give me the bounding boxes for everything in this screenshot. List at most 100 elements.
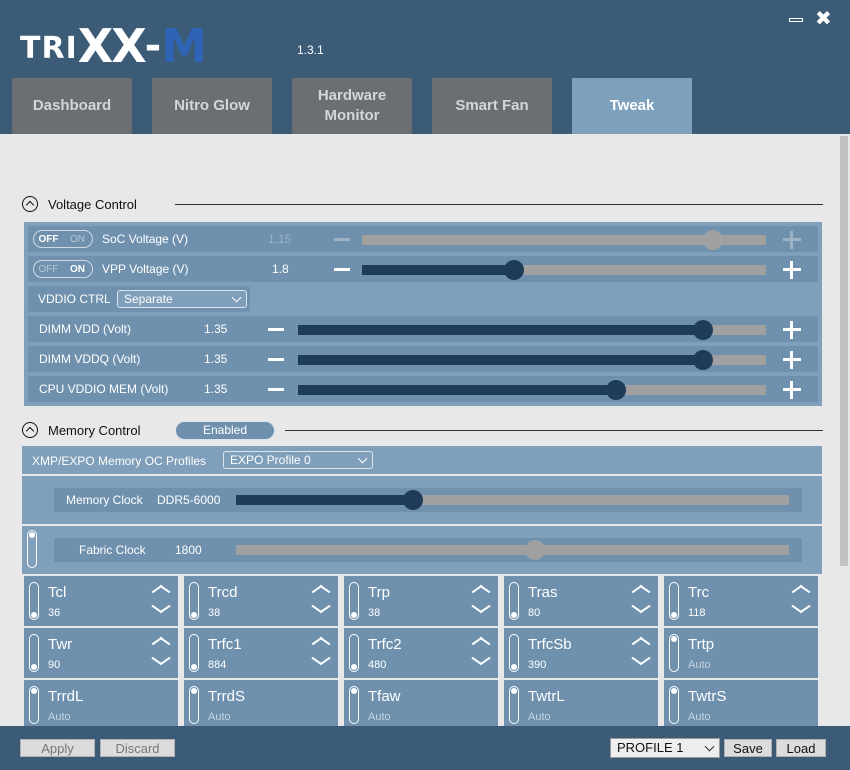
memory-control-status[interactable]: Enabled: [175, 421, 275, 440]
chevron-up-icon[interactable]: [311, 635, 331, 647]
timing-toggle[interactable]: [349, 634, 359, 672]
tab-smart-fan[interactable]: Smart Fan: [432, 78, 552, 134]
dimm-vddq-slider[interactable]: [298, 350, 766, 370]
timing-value: 884: [208, 659, 227, 671]
chevron-up-icon[interactable]: [151, 635, 171, 647]
minimize-button[interactable]: [788, 10, 806, 28]
slider-handle[interactable]: [402, 490, 423, 510]
timing-name: TrfcSb: [528, 636, 572, 653]
cpu-vddio-mem-slider[interactable]: [298, 380, 766, 400]
dimm-vdd-label: DIMM VDD (Volt): [39, 322, 132, 336]
logo-m-text: M: [161, 19, 208, 73]
plus-icon[interactable]: [783, 231, 801, 249]
timing-name: Twr: [48, 636, 73, 653]
minus-icon[interactable]: [268, 388, 284, 391]
chevron-up-icon[interactable]: [631, 635, 651, 647]
tab-nitro-glow[interactable]: Nitro Glow: [152, 78, 272, 134]
timing-toggle[interactable]: [509, 634, 519, 672]
chevron-up-icon[interactable]: [791, 583, 811, 595]
dimm-vddq-row: DIMM VDDQ (Volt) 1.35: [28, 346, 818, 372]
timing-toggle[interactable]: [29, 582, 39, 620]
save-button[interactable]: Save: [724, 739, 772, 757]
vddio-ctrl-select[interactable]: Separate: [117, 290, 247, 308]
slider-fill: [298, 385, 617, 395]
discard-button[interactable]: Discard: [100, 739, 175, 757]
soc-voltage-row: OFF ON SoC Voltage (V) 1.15: [28, 226, 818, 252]
timing-toggle[interactable]: [349, 686, 359, 724]
dimm-vdd-slider[interactable]: [298, 320, 766, 340]
chevron-down-icon[interactable]: [151, 655, 171, 667]
timing-toggle[interactable]: [669, 582, 679, 620]
slider-handle[interactable]: [524, 540, 545, 560]
minus-icon[interactable]: [334, 238, 350, 241]
plus-icon[interactable]: [783, 351, 801, 369]
chevron-down-icon[interactable]: [151, 603, 171, 615]
chevron-down-icon[interactable]: [471, 655, 491, 667]
soc-voltage-slider[interactable]: [362, 230, 766, 250]
slider-handle[interactable]: [692, 350, 713, 370]
logo-xx-text: XX: [77, 19, 147, 73]
slider-handle[interactable]: [703, 230, 724, 250]
fabric-clock-toggle[interactable]: [27, 530, 37, 568]
chevron-up-icon[interactable]: [631, 583, 651, 595]
apply-button[interactable]: Apply: [20, 739, 95, 757]
fabric-clock-slider[interactable]: [236, 540, 789, 560]
chevron-down-icon: [231, 292, 242, 303]
slider-handle[interactable]: [606, 380, 627, 400]
close-button[interactable]: ✖: [815, 9, 833, 29]
tab-tweak[interactable]: Tweak: [572, 78, 692, 134]
timing-toggle[interactable]: [29, 686, 39, 724]
chevron-down-icon[interactable]: [471, 603, 491, 615]
chevron-down-icon[interactable]: [311, 655, 331, 667]
timing-toggle[interactable]: [509, 686, 519, 724]
tab-label: Dashboard: [32, 97, 112, 114]
memory-clock-value: DDR5-6000: [157, 493, 221, 507]
collapse-chevron-icon[interactable]: [22, 422, 38, 438]
chevron-down-icon[interactable]: [631, 655, 651, 667]
load-button[interactable]: Load: [776, 739, 826, 757]
vpp-voltage-slider[interactable]: [362, 260, 766, 280]
chevron-down-icon[interactable]: [631, 603, 651, 615]
timing-toggle[interactable]: [509, 582, 519, 620]
soc-voltage-toggle[interactable]: OFF ON: [33, 230, 93, 248]
memory-clock-row: Memory Clock DDR5-6000: [54, 488, 802, 512]
timing-toggle[interactable]: [189, 582, 199, 620]
vpp-voltage-toggle[interactable]: OFF ON: [33, 260, 93, 278]
vertical-scrollbar[interactable]: [838, 134, 850, 726]
memory-control-header[interactable]: Memory Control: [22, 422, 140, 438]
minus-icon[interactable]: [268, 358, 284, 361]
timing-toggle[interactable]: [29, 634, 39, 672]
slider-handle[interactable]: [692, 320, 713, 340]
plus-icon[interactable]: [783, 321, 801, 339]
slider-fill: [298, 325, 703, 335]
voltage-control-header[interactable]: Voltage Control: [22, 196, 137, 212]
timing-toggle[interactable]: [189, 686, 199, 724]
timing-name: TrrdL: [48, 688, 84, 705]
tab-dashboard[interactable]: Dashboard: [12, 78, 132, 134]
timing-toggle[interactable]: [189, 634, 199, 672]
timing-name: Trcd: [208, 584, 238, 601]
slider-fill: [362, 265, 514, 275]
memory-clock-slider[interactable]: [236, 490, 789, 510]
chevron-down-icon[interactable]: [311, 603, 331, 615]
timing-toggle[interactable]: [669, 634, 679, 672]
scrollbar-thumb[interactable]: [840, 136, 848, 566]
collapse-chevron-icon[interactable]: [22, 196, 38, 212]
select-value: Separate: [124, 292, 173, 306]
timing-toggle[interactable]: [669, 686, 679, 724]
tab-hardware-monitor[interactable]: Hardware Monitor: [292, 78, 412, 134]
chevron-up-icon[interactable]: [311, 583, 331, 595]
plus-icon[interactable]: [783, 381, 801, 399]
oc-profile-select[interactable]: EXPO Profile 0: [223, 451, 373, 469]
slider-handle[interactable]: [503, 260, 524, 280]
timing-toggle[interactable]: [349, 582, 359, 620]
chevron-up-icon[interactable]: [151, 583, 171, 595]
chevron-up-icon[interactable]: [471, 583, 491, 595]
chevron-down-icon[interactable]: [791, 603, 811, 615]
timing-value: Auto: [208, 711, 231, 723]
plus-icon[interactable]: [783, 261, 801, 279]
chevron-up-icon[interactable]: [471, 635, 491, 647]
profile-select[interactable]: PROFILE 1: [610, 738, 720, 758]
minus-icon[interactable]: [268, 328, 284, 331]
minus-icon[interactable]: [334, 268, 350, 271]
